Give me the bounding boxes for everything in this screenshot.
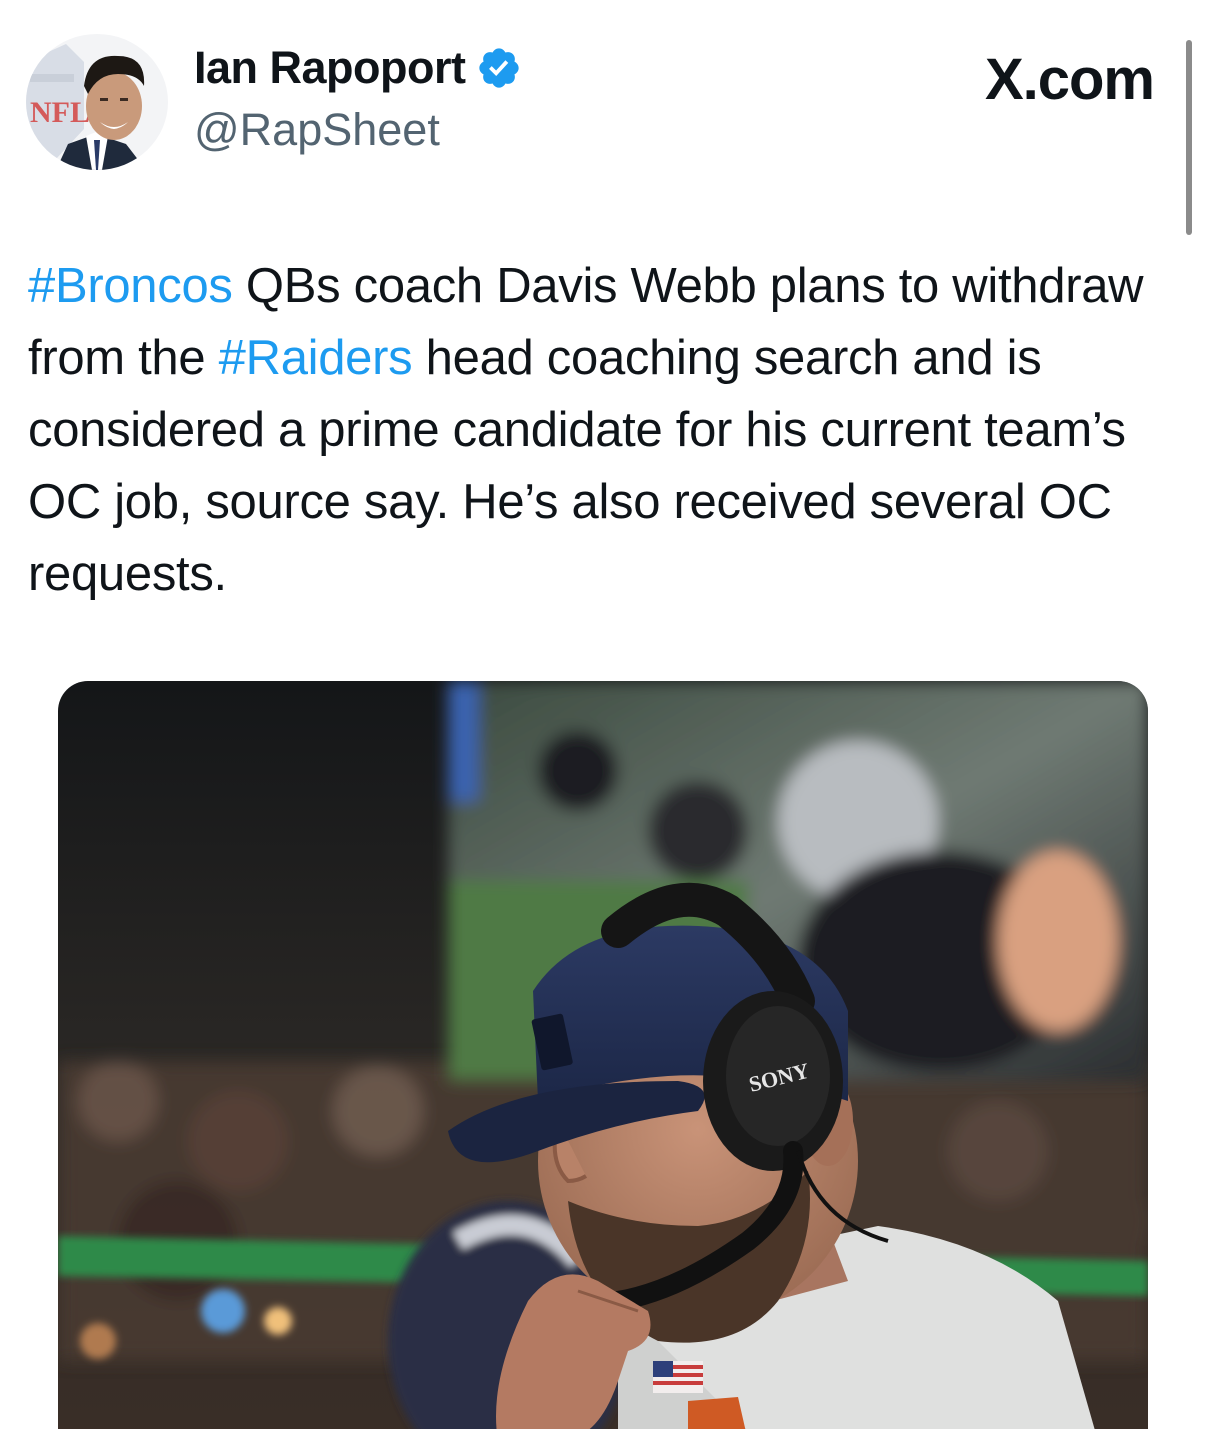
- brand-label: X.com: [984, 47, 1155, 112]
- avatar-image: NFL: [26, 34, 168, 170]
- tweet-photo[interactable]: SONY: [58, 681, 1148, 1429]
- author-handle[interactable]: @RapSheet: [194, 104, 440, 156]
- author-name-row[interactable]: Ian Rapoport: [194, 42, 522, 94]
- scrollbar[interactable]: [1186, 40, 1192, 235]
- tweet-screenshot: NFL Ian Rapoport @RapSheet X.com #Bronco…: [0, 0, 1206, 1429]
- tweet-text: #Broncos QBs coach Davis Webb plans to w…: [28, 250, 1188, 610]
- verified-badge-icon: [476, 45, 522, 91]
- nfl-badge-text: NFL: [30, 96, 90, 129]
- hashtag-broncos[interactable]: #Broncos: [28, 259, 233, 313]
- avatar[interactable]: NFL: [26, 34, 168, 170]
- hashtag-raiders[interactable]: #Raiders: [219, 331, 413, 385]
- photo-image: SONY: [58, 681, 1148, 1429]
- display-name[interactable]: Ian Rapoport: [194, 42, 466, 94]
